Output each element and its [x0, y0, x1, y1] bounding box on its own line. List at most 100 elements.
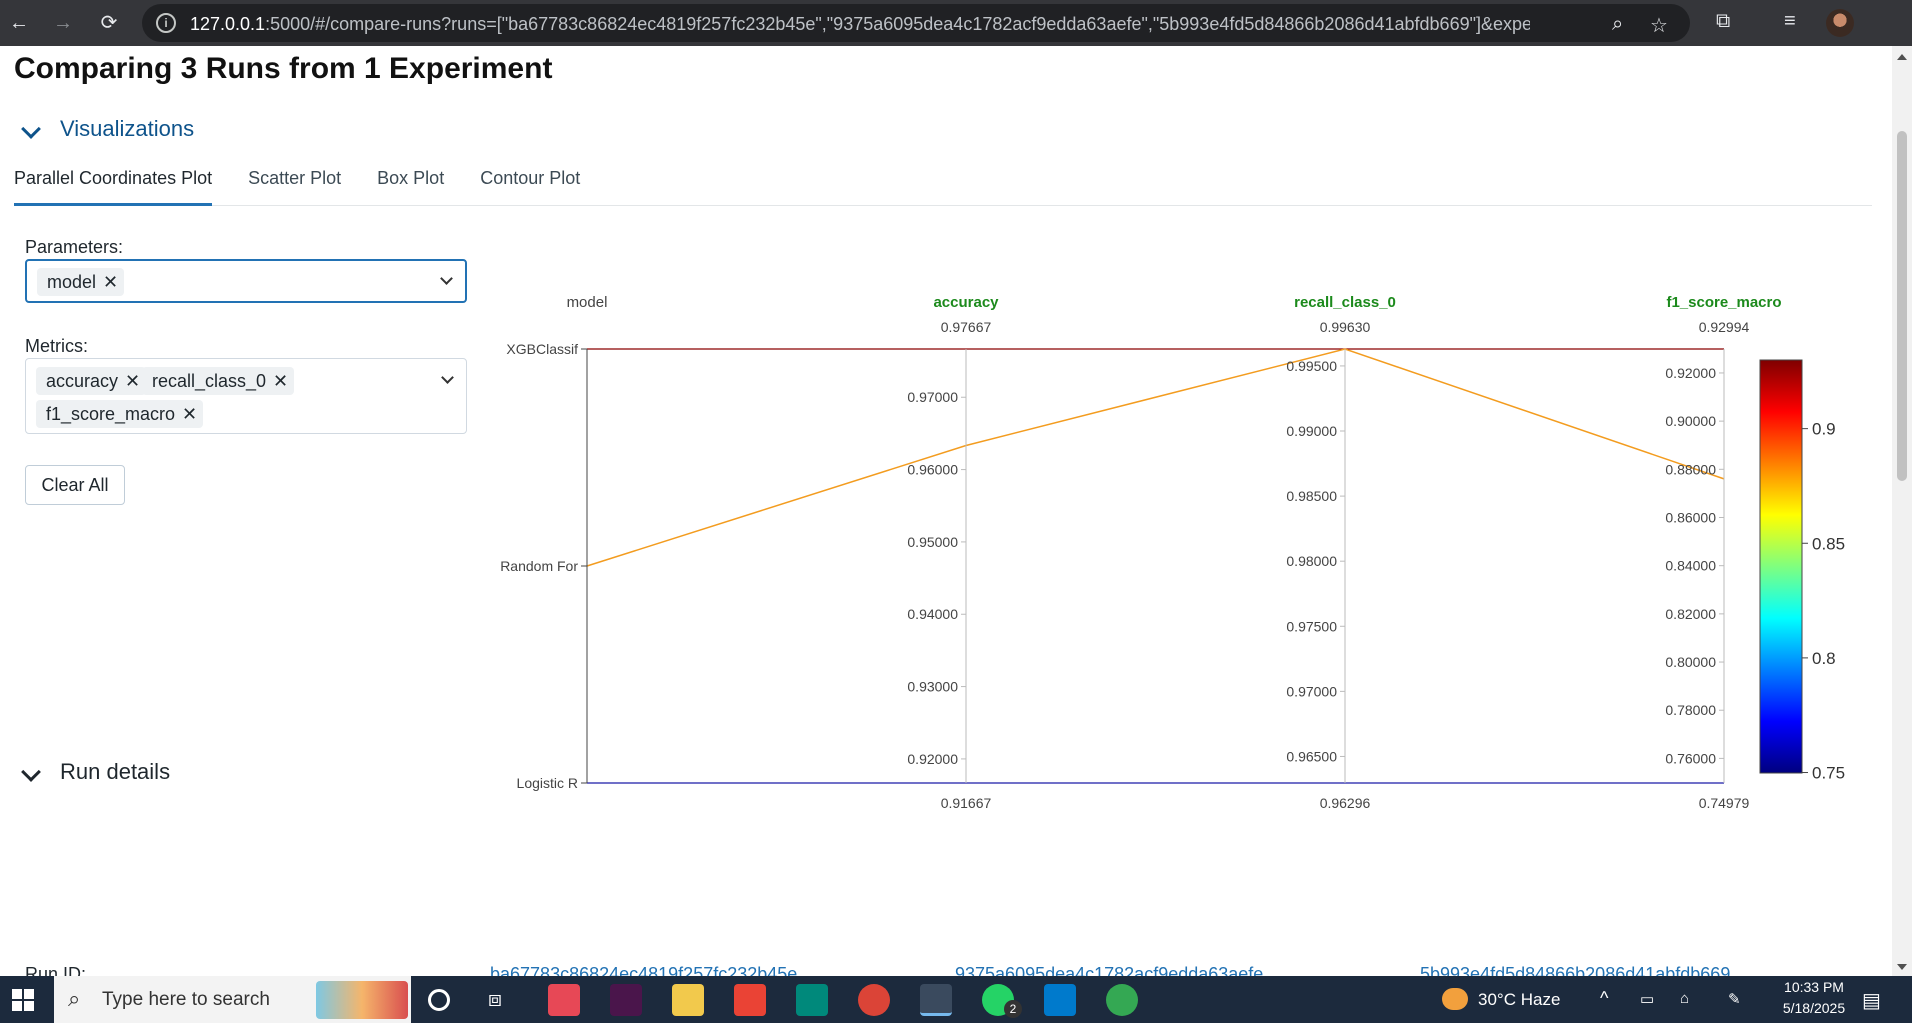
site-info-icon[interactable]: i — [156, 13, 176, 33]
postman-icon[interactable] — [920, 984, 952, 1016]
axis-tick-label: 0.78000 — [1665, 702, 1716, 718]
weather-icon — [1442, 988, 1468, 1010]
whatsapp-badge: 2 — [1004, 1000, 1022, 1018]
notifications-icon[interactable]: ▤ — [1862, 988, 1881, 1013]
axis-bottom-label: 0.74979 — [1699, 795, 1750, 811]
task-view-icon[interactable]: ⧈ — [488, 986, 520, 1018]
axis-tick-label: 0.97000 — [1286, 683, 1337, 699]
cortana-icon[interactable] — [428, 989, 450, 1011]
visualizations-toggle[interactable]: Visualizations — [21, 116, 195, 142]
axis-title: f1_score_macro — [1666, 294, 1781, 311]
search-placeholder: Type here to search — [102, 989, 270, 1010]
metrics-label: Metrics: — [25, 336, 88, 356]
axis-tick-label: 0.76000 — [1665, 750, 1716, 766]
page-scrollbar[interactable] — [1892, 46, 1912, 976]
tab-scatter-plot[interactable]: Scatter Plot — [248, 168, 341, 206]
remove-chip-icon[interactable]: ✕ — [103, 268, 118, 296]
axis-title: accuracy — [933, 294, 999, 311]
chrome-icon[interactable] — [858, 984, 890, 1016]
gmail-icon[interactable] — [734, 984, 766, 1016]
profile-avatar[interactable] — [1826, 9, 1854, 37]
chevron-down-icon[interactable] — [440, 272, 453, 285]
axis-title: recall_class_0 — [1294, 294, 1396, 311]
parameters-select[interactable]: model ✕ — [25, 259, 467, 303]
axis-bottom-label: 0.96296 — [1320, 795, 1371, 811]
weather-text[interactable]: 30°C Haze — [1478, 990, 1560, 1010]
colorscale-tick-label: 0.75 — [1812, 764, 1845, 783]
axis-tick-label: 0.94000 — [907, 606, 958, 622]
clear-all-button[interactable]: Clear All — [25, 465, 125, 505]
metric-chip-accuracy: accuracy ✕ — [36, 367, 147, 395]
pen-icon[interactable]: ✎ — [1728, 990, 1741, 1008]
extensions-icon[interactable]: ⧉ — [1716, 10, 1730, 33]
axis-tick-label: 0.84000 — [1665, 558, 1716, 574]
microsoft-store-icon[interactable] — [548, 984, 580, 1016]
tab-box-plot[interactable]: Box Plot — [377, 168, 444, 206]
search-highlight-image — [316, 981, 408, 1019]
axis-top-label: 0.92994 — [1699, 319, 1750, 335]
page-title: Comparing 3 Runs from 1 Experiment — [14, 52, 553, 85]
metric-chip-f1-score-macro: f1_score_macro ✕ — [36, 400, 204, 428]
run-id-link[interactable]: ba67783c86824ec4819f257fc232b45e — [490, 964, 797, 976]
reload-icon[interactable]: ⟳ — [98, 12, 120, 34]
axis-tick-label: 0.97500 — [1286, 618, 1337, 634]
scrollbar-thumb[interactable] — [1897, 131, 1907, 481]
colorscale-bar — [1759, 359, 1803, 774]
media-control-icon[interactable]: ≡ — [1784, 10, 1796, 33]
bookmark-star-icon[interactable]: ☆ — [1650, 13, 1668, 38]
battery-icon[interactable]: ▭ — [1640, 990, 1654, 1008]
scroll-down-icon[interactable] — [1897, 964, 1907, 970]
axis-bottom-label: 0.91667 — [941, 795, 992, 811]
parallel-coordinates-chart: model XGBClassif Random For Logistic R accur… — [500, 294, 1845, 811]
metrics-select[interactable]: accuracy ✕ recall_class_0 ✕ f1_score_mac… — [25, 358, 467, 434]
chrome-profile-icon[interactable] — [1106, 984, 1138, 1016]
address-bar[interactable]: i 127.0.0.1:5000/#/compare-runs?runs=["b… — [142, 4, 1690, 42]
axis-tick-label: Random For — [500, 558, 578, 574]
chevron-down-icon — [21, 119, 41, 139]
run-id-link[interactable]: 9375a6095dea4c1782acf9edda63aefe — [955, 964, 1263, 976]
slack-icon[interactable] — [610, 984, 642, 1016]
axis-tick-label: 0.98500 — [1286, 488, 1337, 504]
axis-tick-label: 0.92000 — [1665, 365, 1716, 381]
parameter-chip-model: model ✕ — [37, 268, 125, 296]
plot-tabs: Parallel Coordinates Plot Scatter Plot B… — [14, 168, 1872, 206]
tab-contour-plot[interactable]: Contour Plot — [480, 168, 580, 206]
forward-arrow-icon[interactable]: → — [52, 12, 74, 34]
run-details-label: Run details — [60, 759, 171, 784]
vscode-icon[interactable] — [1044, 984, 1076, 1016]
axis-tick-label: 0.95000 — [907, 534, 958, 550]
url-text: 127.0.0.1:5000/#/compare-runs?runs=["ba6… — [190, 14, 1530, 34]
remove-chip-icon[interactable]: ✕ — [125, 367, 140, 395]
google-meet-icon[interactable] — [796, 984, 828, 1016]
axis-tick-label: 0.97000 — [907, 389, 958, 405]
clock-date[interactable]: 5/18/2025 — [1774, 1000, 1854, 1016]
chevron-down-icon[interactable] — [441, 371, 454, 384]
clock-time[interactable]: 10:33 PM — [1774, 979, 1854, 995]
axis-tick-label: 0.96500 — [1286, 748, 1337, 764]
axis-tick-label: XGBClassif — [506, 341, 578, 357]
back-arrow-icon[interactable]: ← — [8, 12, 30, 34]
file-explorer-icon[interactable] — [672, 984, 704, 1016]
visualizations-label: Visualizations — [60, 116, 195, 141]
axis-tick-label: 0.80000 — [1665, 654, 1716, 670]
axis-tick-label: 0.98000 — [1286, 553, 1337, 569]
compare-runs-page: Comparing 3 Runs from 1 Experiment Visua… — [0, 46, 1912, 976]
scroll-up-icon[interactable] — [1897, 54, 1907, 60]
axis-top-label: 0.97667 — [941, 319, 992, 335]
windows-start-icon[interactable] — [12, 989, 34, 1011]
run-id-link[interactable]: 5b993e4fd5d84866b2086d41abfdb669 — [1420, 964, 1730, 976]
taskbar-search-box[interactable]: ⌕ Type here to search — [54, 976, 411, 1023]
axis-tick-label: 0.90000 — [1665, 413, 1716, 429]
colorscale-tick-label: 0.9 — [1812, 420, 1836, 439]
network-icon[interactable]: ⌂ — [1680, 990, 1689, 1007]
axis-tick-label: 0.99000 — [1286, 423, 1337, 439]
run-details-toggle[interactable]: Run details — [21, 759, 171, 785]
axis-tick-label: 0.82000 — [1665, 606, 1716, 622]
windows-taskbar: ⌕ Type here to search ⧈ 2 30°C Haze ^ ▭ … — [0, 976, 1912, 1023]
remove-chip-icon[interactable]: ✕ — [182, 400, 197, 428]
parameters-label: Parameters: — [25, 237, 124, 257]
tab-parallel-coordinates[interactable]: Parallel Coordinates Plot — [14, 168, 213, 206]
remove-chip-icon[interactable]: ✕ — [273, 367, 288, 395]
show-hidden-icons-icon[interactable]: ^ — [1600, 988, 1608, 1009]
zoom-icon[interactable]: ⌕ — [1612, 13, 1623, 36]
